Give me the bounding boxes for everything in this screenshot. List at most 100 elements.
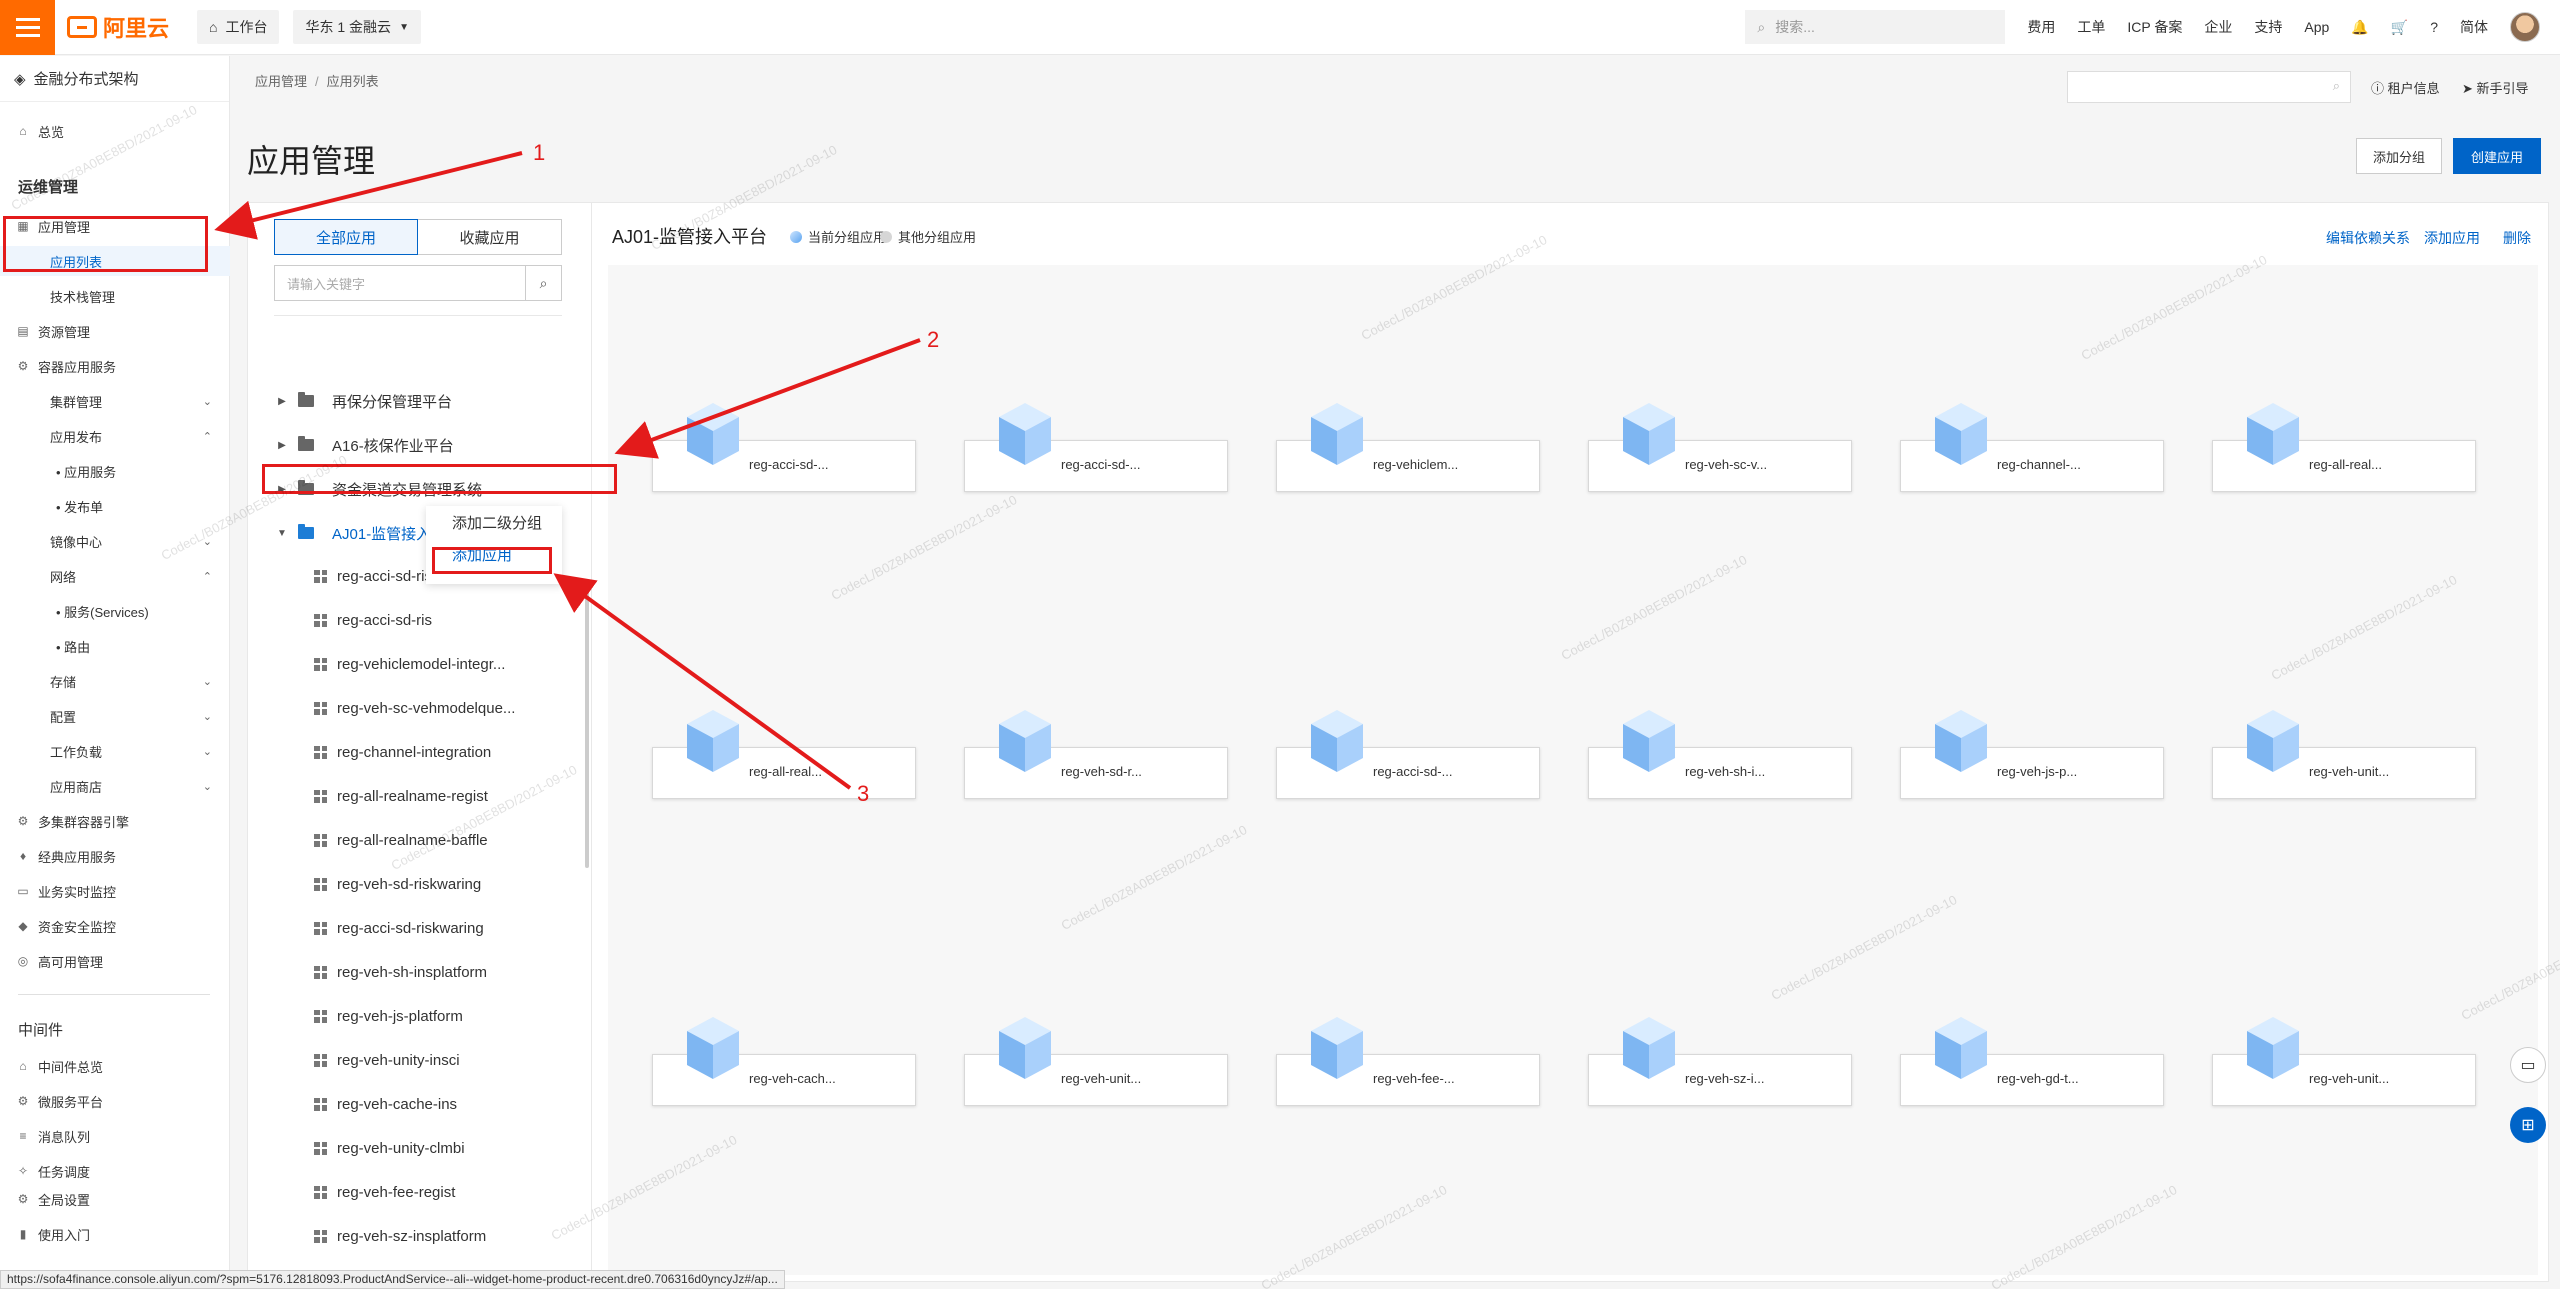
- tree-app-item[interactable]: reg-veh-fee-regist: [314, 1177, 455, 1207]
- sidebar-item-getting-started[interactable]: ▮ 使用入门: [0, 1219, 230, 1249]
- app-node[interactable]: reg-vehiclem...: [1276, 403, 1540, 492]
- guide-link[interactable]: ➤ 新手引导: [2462, 78, 2529, 97]
- sidebar-item-storage[interactable]: 存储 ⌄: [0, 666, 230, 696]
- sidebar-item-services[interactable]: • 服务(Services): [0, 596, 230, 626]
- tree-app-item[interactable]: reg-veh-sh-insplatform: [314, 957, 487, 987]
- app-node[interactable]: reg-all-real...: [652, 710, 916, 799]
- sidebar-item-routes[interactable]: • 路由: [0, 631, 230, 661]
- app-node[interactable]: reg-veh-gd-t...: [1900, 1017, 2164, 1106]
- tree-app-item[interactable]: reg-all-realname-baffle: [314, 825, 488, 855]
- tree-app-item[interactable]: reg-acci-sd-ris: [314, 605, 432, 635]
- sidebar-item-resources[interactable]: ▤ 资源管理: [0, 316, 230, 346]
- sidebar-item-network[interactable]: 网络 ⌃: [0, 561, 230, 591]
- bell-icon[interactable]: 🔔: [2351, 19, 2368, 36]
- sidebar-item-classic-service[interactable]: ♦ 经典应用服务: [0, 841, 230, 871]
- tree-group[interactable]: ▶ A16-核保作业平台: [274, 430, 574, 460]
- app-node[interactable]: reg-veh-sc-v...: [1588, 403, 1852, 492]
- sidebar-item-middleware-overview[interactable]: ⌂ 中间件总览: [0, 1051, 230, 1081]
- tree-app-item[interactable]: reg-acci-sd-ris: [314, 561, 432, 591]
- tree-scrollbar[interactable]: [585, 588, 589, 868]
- sidebar-item-multi-cluster[interactable]: ⚙ 多集群容器引擎: [0, 806, 230, 836]
- app-node[interactable]: reg-channel-...: [1900, 403, 2164, 492]
- language-switch[interactable]: 简体: [2460, 17, 2488, 37]
- app-node[interactable]: reg-veh-unit...: [2212, 1017, 2476, 1106]
- nav-link-app[interactable]: App: [2304, 19, 2329, 35]
- app-node[interactable]: reg-veh-js-p...: [1900, 710, 2164, 799]
- sidebar-item-fund-security[interactable]: ◆ 资金安全监控: [0, 911, 230, 941]
- tree-app-item[interactable]: reg-acci-sd-riskwaring: [314, 913, 484, 943]
- tree-search-input[interactable]: 请输入关键字 ⌕: [274, 265, 562, 301]
- nav-link-enterprise[interactable]: 企业: [2204, 17, 2232, 37]
- app-node[interactable]: reg-acci-sd-...: [964, 403, 1228, 492]
- app-node[interactable]: reg-all-real...: [2212, 403, 2476, 492]
- tree-app-item[interactable]: reg-veh-unity-clmbi: [314, 1133, 465, 1163]
- app-node[interactable]: reg-acci-sd-...: [1276, 710, 1540, 799]
- tab-all-apps[interactable]: 全部应用: [274, 219, 418, 255]
- app-node[interactable]: reg-veh-sh-i...: [1588, 710, 1852, 799]
- dependency-graph[interactable]: reg-acci-sd-... reg-acci-sd-... reg-vehicl…: [608, 265, 2538, 1275]
- sidebar-item-global-settings[interactable]: ⚙ 全局设置: [0, 1184, 230, 1214]
- app-node[interactable]: reg-veh-unit...: [964, 1017, 1228, 1106]
- sidebar-item-app-release[interactable]: 应用发布 ⌃: [0, 421, 230, 451]
- add-group-button[interactable]: 添加分组: [2356, 138, 2442, 174]
- app-node[interactable]: reg-veh-sd-r...: [964, 710, 1228, 799]
- tree-group[interactable]: ▶ 再保分保管理平台: [274, 386, 574, 416]
- sidebar-item-app-service[interactable]: • 应用服务: [0, 456, 230, 486]
- tree-app-item[interactable]: reg-veh-js-platform: [314, 1001, 463, 1031]
- tree-app-item[interactable]: reg-veh-cache-ins: [314, 1089, 457, 1119]
- global-search-input[interactable]: ⌕ 搜索...: [1745, 10, 2006, 44]
- sidebar-item-tech-stack[interactable]: 技术栈管理: [0, 281, 230, 311]
- tree-app-item[interactable]: reg-veh-sz-insplatform: [314, 1221, 486, 1251]
- tree-app-item[interactable]: reg-veh-unity-insci: [314, 1045, 460, 1075]
- sidebar-item-realtime-monitor[interactable]: ▭ 业务实时监控: [0, 876, 230, 906]
- sidebar-item-microservice[interactable]: ⚙ 微服务平台: [0, 1086, 230, 1116]
- search-icon[interactable]: ⌕: [525, 266, 561, 300]
- create-app-button[interactable]: 创建应用: [2453, 138, 2541, 174]
- panel-title: AJ01-监管接入平台: [612, 227, 768, 247]
- tree-app-label: reg-veh-unity-clmbi: [337, 1139, 465, 1157]
- sidebar-item-container-service[interactable]: ⚙ 容器应用服务: [0, 351, 230, 381]
- help-icon[interactable]: ?: [2430, 19, 2438, 35]
- app-node[interactable]: reg-acci-sd-...: [652, 403, 916, 492]
- add-app-link[interactable]: 添加应用: [2424, 228, 2480, 248]
- avatar[interactable]: [2510, 12, 2540, 42]
- app-node[interactable]: reg-veh-sz-i...: [1588, 1017, 1852, 1106]
- cart-icon[interactable]: 🛒: [2391, 19, 2408, 36]
- tab-favorite-apps[interactable]: 收藏应用: [418, 219, 562, 255]
- region-selector[interactable]: 华东 1 金融云 ▼: [293, 10, 421, 44]
- apps-grid-icon[interactable]: ⊞: [2510, 1107, 2546, 1143]
- nav-link-icp[interactable]: ICP 备案: [2127, 17, 2182, 37]
- sidebar-item-high-availability[interactable]: ◎ 高可用管理: [0, 946, 230, 976]
- chat-icon[interactable]: ▭: [2510, 1047, 2546, 1083]
- app-node[interactable]: reg-veh-fee-...: [1276, 1017, 1540, 1106]
- aliyun-logo[interactable]: 阿里云: [67, 11, 169, 43]
- menu-item-add-subgroup[interactable]: 添加二级分组: [426, 506, 562, 538]
- workbench-button[interactable]: ⌂ 工作台: [197, 10, 280, 44]
- nav-link-tickets[interactable]: 工单: [2077, 17, 2105, 37]
- tree-app-item[interactable]: reg-veh-sd-riskwaring: [314, 869, 481, 899]
- tree-app-item[interactable]: reg-veh-sc-vehmodelque...: [314, 693, 515, 723]
- app-node[interactable]: reg-veh-cach...: [652, 1017, 916, 1106]
- sidebar-item-task-schedule[interactable]: ✧ 任务调度: [0, 1156, 230, 1186]
- tree-app-item[interactable]: reg-all-realname-regist: [314, 781, 488, 811]
- edit-dependency-link[interactable]: 编辑依赖关系: [2326, 228, 2410, 248]
- header-search-input[interactable]: ⌕: [2067, 71, 2351, 103]
- tree-app-item[interactable]: reg-vehiclemodel-integr...: [314, 649, 505, 679]
- sidebar-item-message-queue[interactable]: ≡ 消息队列: [0, 1121, 230, 1151]
- nav-link-support[interactable]: 支持: [2254, 17, 2282, 37]
- product-title[interactable]: ◈ 金融分布式架构: [0, 56, 229, 102]
- sidebar-item-image-center[interactable]: 镜像中心 ⌄: [0, 526, 230, 556]
- menu-icon[interactable]: [0, 0, 55, 55]
- tree-app-item[interactable]: reg-channel-integration: [314, 737, 491, 767]
- tenant-info-link[interactable]: ⓘ 租户信息: [2371, 78, 2440, 97]
- delete-link[interactable]: 删除: [2503, 228, 2531, 248]
- sidebar-item-workload[interactable]: 工作负载 ⌄: [0, 736, 230, 766]
- sidebar-item-config[interactable]: 配置 ⌄: [0, 701, 230, 731]
- breadcrumb-item[interactable]: 应用管理: [255, 74, 307, 89]
- nav-link-fees[interactable]: 费用: [2027, 17, 2055, 37]
- sidebar-item-release-order[interactable]: • 发布单: [0, 491, 230, 521]
- sidebar-item-app-store[interactable]: 应用商店 ⌄: [0, 771, 230, 801]
- sidebar-item-cluster[interactable]: 集群管理 ⌄: [0, 386, 230, 416]
- app-node[interactable]: reg-veh-unit...: [2212, 710, 2476, 799]
- sidebar-item-overview[interactable]: ⌂ 总览: [0, 116, 230, 146]
